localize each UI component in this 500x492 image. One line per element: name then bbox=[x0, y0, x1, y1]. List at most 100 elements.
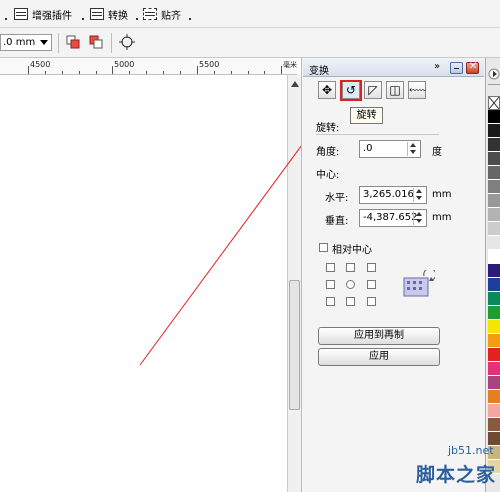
plugin-label: 增强插件 bbox=[32, 10, 72, 22]
close-button[interactable]: ✕ bbox=[466, 61, 479, 74]
vertical-center-value: -4,387.652 bbox=[363, 212, 418, 223]
palette-scroll-up-icon[interactable] bbox=[488, 68, 500, 80]
palette-swatch[interactable] bbox=[488, 222, 500, 236]
spinner-arrows[interactable] bbox=[413, 188, 425, 202]
anchor-middle-right[interactable] bbox=[367, 280, 376, 289]
target-icon[interactable] bbox=[119, 34, 135, 50]
palette-swatch[interactable] bbox=[488, 278, 500, 292]
relative-center-checkbox[interactable] bbox=[319, 243, 328, 252]
angle-label: 角度: bbox=[316, 147, 340, 158]
palette-swatch[interactable] bbox=[488, 320, 500, 334]
anchor-bottom-center[interactable] bbox=[346, 297, 355, 306]
palette-swatch[interactable] bbox=[488, 152, 500, 166]
palette-swatch[interactable] bbox=[488, 418, 500, 432]
anchor-top-right[interactable] bbox=[367, 263, 376, 272]
convert-menu-button[interactable]: 转换 bbox=[90, 5, 128, 23]
size-mode-button[interactable]: ◫ bbox=[386, 81, 404, 99]
skew-icon: ⬳ bbox=[409, 83, 427, 97]
horizontal-center-value: 3,265.016 bbox=[363, 189, 414, 200]
palette-swatch[interactable] bbox=[488, 124, 500, 138]
close-icon: ✕ bbox=[469, 61, 478, 72]
palette-swatch[interactable] bbox=[488, 376, 500, 390]
palette-swatch[interactable] bbox=[488, 404, 500, 418]
palette-swatch[interactable] bbox=[488, 348, 500, 362]
ruler-tick bbox=[62, 71, 63, 74]
section-label: 旋转: bbox=[316, 123, 340, 134]
scale-mirror-mode-button[interactable]: ◸ bbox=[364, 81, 382, 99]
palette-swatch[interactable] bbox=[488, 208, 500, 222]
spinner-arrows[interactable] bbox=[407, 142, 419, 156]
docker-title: 变换 bbox=[309, 66, 329, 77]
anchor-bottom-left[interactable] bbox=[326, 297, 335, 306]
no-color-icon bbox=[489, 97, 499, 109]
weld-icon[interactable] bbox=[66, 35, 80, 49]
horizontal-ruler: 4500 5000 5500 毫米 bbox=[0, 58, 297, 75]
ruler-tick bbox=[146, 71, 147, 74]
palette-swatch[interactable] bbox=[488, 306, 500, 320]
size-icon: ◫ bbox=[389, 83, 401, 97]
nudge-distance-select[interactable]: .0 mm bbox=[0, 34, 52, 51]
angle-unit: 度 bbox=[432, 147, 442, 158]
horizontal-center-input[interactable]: 3,265.016 bbox=[359, 186, 427, 204]
position-mode-button[interactable]: ✥ bbox=[318, 81, 336, 99]
relative-center-label: 相对中心 bbox=[332, 245, 372, 256]
snap-icon bbox=[143, 8, 157, 20]
anchor-top-center[interactable] bbox=[346, 263, 355, 272]
scroll-up-icon[interactable] bbox=[291, 81, 299, 87]
ruler-tick bbox=[112, 66, 113, 74]
ruler-tick bbox=[197, 66, 198, 74]
palette-swatch[interactable] bbox=[488, 236, 500, 250]
double-chevron-icon[interactable]: » bbox=[434, 61, 440, 72]
scrollbar-thumb[interactable] bbox=[289, 280, 300, 410]
toolbar-grip bbox=[82, 18, 84, 20]
minimize-button[interactable] bbox=[450, 62, 463, 74]
snap-menu-button[interactable]: 贴齐 bbox=[143, 5, 181, 23]
tooltip: 旋转 bbox=[350, 107, 383, 124]
angle-input[interactable]: .0 bbox=[359, 140, 421, 158]
anchor-bottom-right[interactable] bbox=[367, 297, 376, 306]
snap-label: 贴齐 bbox=[161, 10, 181, 22]
nudge-distance-value: .0 mm bbox=[3, 37, 36, 48]
anchor-top-left[interactable] bbox=[326, 263, 335, 272]
palette-swatch[interactable] bbox=[488, 292, 500, 306]
ruler-label: 5500 bbox=[199, 60, 220, 69]
ruler-unit: 毫米 bbox=[283, 61, 297, 69]
spinner-arrows[interactable] bbox=[413, 211, 425, 225]
anchor-center[interactable] bbox=[346, 280, 355, 289]
palette-swatch[interactable] bbox=[488, 96, 500, 110]
toolbar-divider bbox=[58, 33, 59, 53]
watermark-name: 脚本之家 bbox=[416, 464, 497, 486]
vertical-center-input[interactable]: -4,387.652 bbox=[359, 209, 427, 227]
palette-swatch[interactable] bbox=[488, 390, 500, 404]
apply-button[interactable]: 应用 bbox=[318, 348, 440, 366]
anchor-middle-left[interactable] bbox=[326, 280, 335, 289]
ruler-tick bbox=[264, 71, 265, 74]
trim-icon[interactable] bbox=[89, 35, 103, 49]
drawing-canvas[interactable] bbox=[0, 75, 287, 492]
palette-swatch[interactable] bbox=[488, 264, 500, 278]
palette-swatch[interactable] bbox=[488, 362, 500, 376]
horizontal-unit: mm bbox=[432, 189, 452, 200]
docker-header: 变换 » ✕ bbox=[303, 59, 484, 77]
convert-label: 转换 bbox=[108, 10, 128, 22]
palette-swatch[interactable] bbox=[488, 110, 500, 124]
minus-icon bbox=[454, 68, 459, 69]
palette-swatch[interactable] bbox=[488, 138, 500, 152]
ruler-tick bbox=[214, 71, 215, 74]
palette-swatch[interactable] bbox=[488, 334, 500, 348]
ruler-tick bbox=[231, 71, 232, 74]
ruler-tick bbox=[180, 71, 181, 74]
plugin-menu-button[interactable]: 增强插件 bbox=[14, 5, 72, 23]
palette-swatch[interactable] bbox=[488, 194, 500, 208]
ruler-tick bbox=[281, 66, 282, 74]
palette-swatch[interactable] bbox=[488, 166, 500, 180]
palette-swatch[interactable] bbox=[488, 250, 500, 264]
palette-swatch[interactable] bbox=[488, 180, 500, 194]
ruler-tick bbox=[79, 71, 80, 74]
skew-mode-button[interactable]: ⬳ bbox=[408, 81, 426, 99]
ruler-tick bbox=[96, 71, 97, 74]
vertical-scrollbar[interactable] bbox=[287, 75, 301, 492]
apply-to-duplicate-button[interactable]: 应用到再制 bbox=[318, 327, 440, 345]
ruler-label: 5000 bbox=[114, 60, 135, 69]
toolbar-grip bbox=[136, 18, 138, 20]
